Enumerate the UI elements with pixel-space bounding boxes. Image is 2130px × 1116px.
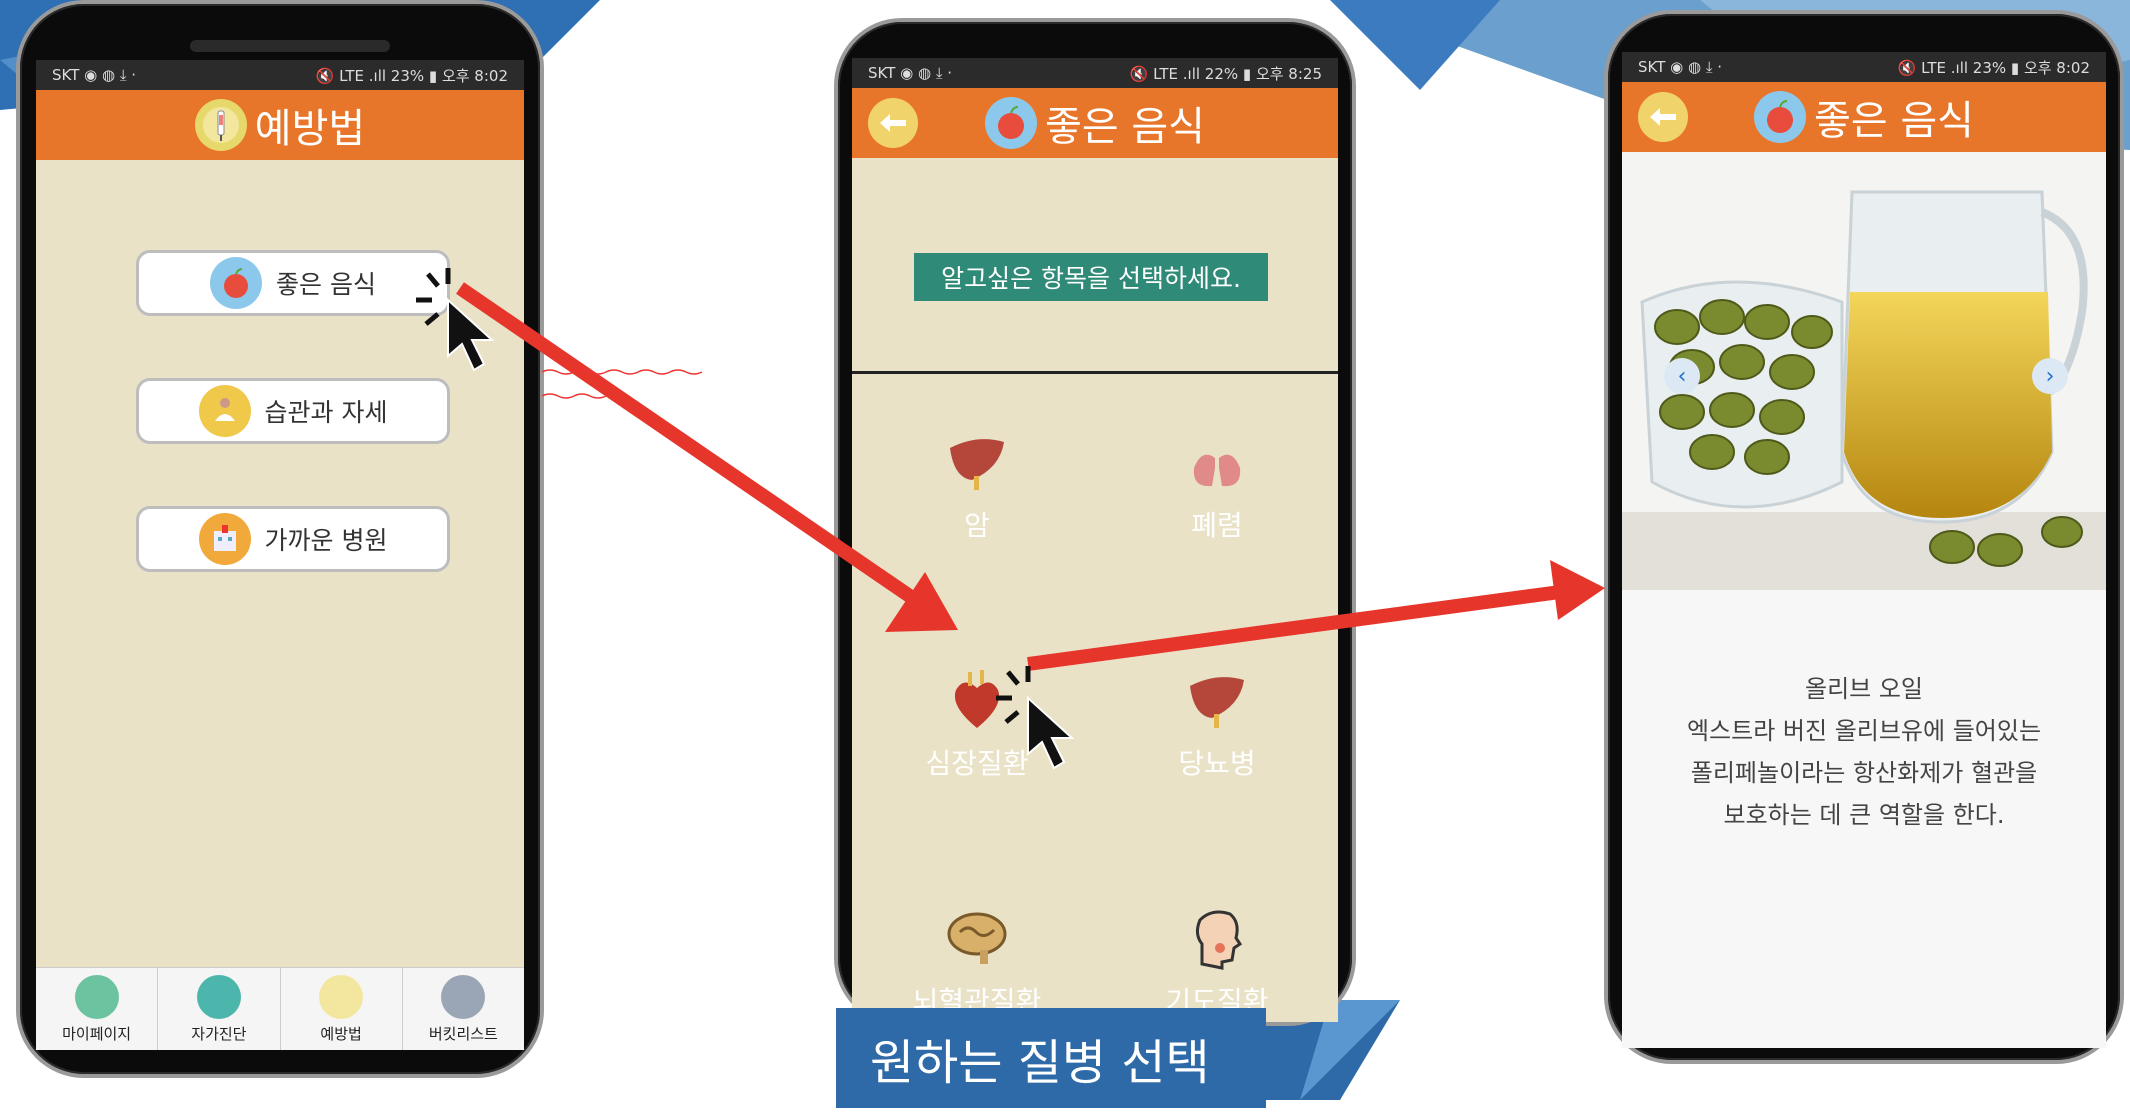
food-description: 올리브 오일 엑스트라 버진 올리브유에 들어있는 폴리페놀이라는 항산화제가 … (1622, 668, 2106, 836)
apple-icon (1754, 91, 1807, 143)
disease-cancer[interactable]: 암 (877, 428, 1077, 544)
status-right: 🔇 LTE .ıll 22% ▮ 오후 8:25 (1129, 64, 1322, 83)
caption-banner: 원하는 질병 선택 (836, 1008, 1266, 1108)
habit-posture-button[interactable]: 습관과 자세 (136, 378, 450, 444)
apple-icon (210, 257, 263, 309)
brain-icon (947, 912, 1007, 964)
nav-self-diagnosis[interactable]: 자가진단 (158, 968, 281, 1050)
nearby-hospital-button[interactable]: 가까운 병원 (136, 506, 450, 572)
habit-posture-label: 습관과 자세 (264, 398, 388, 427)
disease-diabetes-label: 당뇨병 (1178, 747, 1256, 780)
status-left: SKT ◉ ◍ ⤓ · (868, 64, 953, 82)
desc-line: 올리브 오일 (1804, 675, 1924, 703)
disease-cancer-label: 암 (964, 509, 990, 542)
screen-good-food-select: SKT ◉ ◍ ⤓ · 🔇 LTE .ıll 22% ▮ 오후 8:25 좋은 … (852, 58, 1338, 1022)
disease-heart[interactable]: 심장질환 (877, 666, 1077, 782)
status-left: SKT ◉ ◍ ⤓ · (1638, 58, 1723, 76)
apple-icon (985, 97, 1038, 149)
disease-airway[interactable]: 기도질환 (1117, 904, 1317, 1020)
desc-line: 보호하는 데 큰 역할을 한다. (1723, 801, 2005, 829)
desc-line: 폴리페놀이라는 항산화제가 혈관을 (1690, 759, 2038, 787)
divider (852, 371, 1338, 374)
nav-mypage[interactable]: 마이페이지 (36, 968, 159, 1050)
meditation-icon (198, 385, 251, 437)
screen-food-detail: SKT ◉ ◍ ⤓ · 🔇 LTE .ıll 23% ▮ 오후 8:02 좋은 … (1622, 52, 2106, 1048)
disease-cerebrovascular[interactable]: 뇌혈관질환 (877, 904, 1077, 1020)
disease-heart-label: 심장질환 (925, 747, 1029, 780)
phone-3: SKT ◉ ◍ ⤓ · 🔇 LTE .ıll 23% ▮ 오후 8:02 좋은 … (1608, 14, 2120, 1060)
disease-diabetes[interactable]: 당뇨병 (1117, 666, 1317, 782)
status-bar: SKT ◉ ◍ ⤓ · 🔇 LTE .ıll 23% ▮ 오후 8:02 (1622, 52, 2106, 82)
nav-prevention[interactable]: 예방법 (281, 968, 403, 1050)
nav-prevention-label: 예방법 (320, 1024, 362, 1043)
nearby-hospital-label: 가까운 병원 (264, 526, 388, 555)
liver-icon (950, 439, 1004, 490)
status-right: 🔇 LTE .ıll 23% ▮ 오후 8:02 (315, 66, 508, 85)
throat-icon (1195, 910, 1243, 970)
carousel-prev-button[interactable]: ‹ (1664, 358, 1700, 394)
caption-text: 원하는 질병 선택 (870, 1035, 1210, 1091)
good-food-button[interactable]: 좋은 음식 (136, 250, 450, 316)
page-title: 좋은 음식 (1814, 98, 1974, 144)
app-bar: 좋은 음식 (1622, 82, 2106, 152)
phone-1: SKT ◉ ◍ ⤓ · 🔇 LTE .ıll 23% ▮ 오후 8:02 예방법… (20, 4, 540, 1074)
page-title: 예방법 (254, 106, 366, 152)
status-left: SKT ◉ ◍ ⤓ · (52, 66, 137, 84)
person-icon (74, 974, 119, 1019)
carousel-next-button[interactable]: › (2032, 358, 2068, 394)
syringe-nav-icon (319, 974, 364, 1019)
nav-bucketlist-label: 버킷리스트 (428, 1024, 498, 1043)
screen-prevention: SKT ◉ ◍ ⤓ · 🔇 LTE .ıll 23% ▮ 오후 8:02 예방법… (36, 60, 524, 1050)
disease-pneumonia[interactable]: 폐렴 (1117, 428, 1317, 544)
app-bar: 좋은 음식 (852, 88, 1338, 158)
select-prompt: 알고싶은 항목을 선택하세요. (914, 253, 1268, 301)
good-food-label: 좋은 음식 (276, 270, 376, 299)
nav-bucketlist[interactable]: 버킷리스트 (403, 968, 524, 1050)
status-bar: SKT ◉ ◍ ⤓ · 🔇 LTE .ıll 22% ▮ 오후 8:25 (852, 58, 1338, 88)
syringe-icon (194, 99, 247, 151)
bottom-nav: 마이페이지 자가진단 예방법 버킷리스트 (36, 967, 524, 1050)
phone-2: SKT ◉ ◍ ⤓ · 🔇 LTE .ıll 22% ▮ 오후 8:25 좋은 … (838, 22, 1352, 1022)
nav-self-diagnosis-label: 자가진단 (191, 1024, 247, 1043)
back-arrow-icon (1650, 108, 1676, 126)
back-button[interactable] (868, 98, 918, 148)
status-bar: SKT ◉ ◍ ⤓ · 🔇 LTE .ıll 23% ▮ 오후 8:02 (36, 60, 524, 90)
nav-mypage-label: 마이페이지 (62, 1024, 132, 1043)
hospital-icon (198, 513, 251, 565)
app-bar: 예방법 (36, 90, 524, 160)
speaker-grille (190, 40, 390, 52)
disease-pneumonia-label: 폐렴 (1191, 509, 1243, 542)
pancreas-icon (1190, 677, 1244, 728)
heart-icon (954, 670, 1000, 728)
lungs-icon (1193, 438, 1241, 487)
desc-line: 엑스트라 버진 올리브유에 들어있는 (1686, 717, 2042, 745)
reaper-icon (441, 974, 486, 1019)
back-arrow-icon (880, 114, 906, 132)
page-title: 좋은 음식 (1045, 104, 1205, 150)
doctor-icon (196, 974, 241, 1019)
back-button[interactable] (1638, 92, 1688, 142)
status-right: 🔇 LTE .ıll 23% ▮ 오후 8:02 (1897, 58, 2090, 77)
